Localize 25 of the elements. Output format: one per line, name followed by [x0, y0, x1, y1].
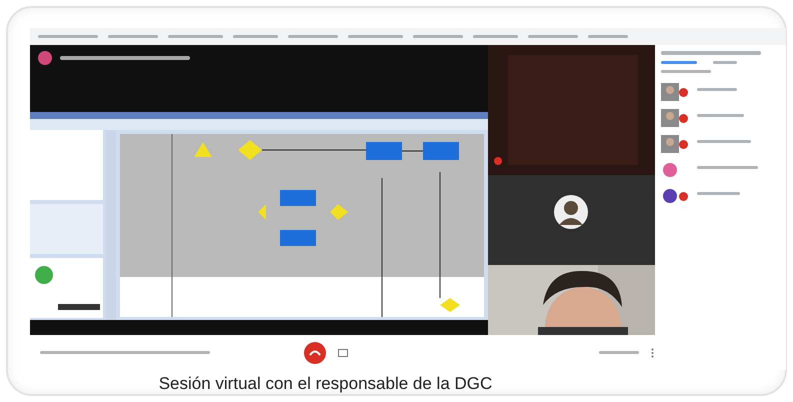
caption: Sesión virtual con el responsable de la DGC [158, 373, 494, 395]
blurred-bookmark[interactable] [168, 35, 223, 38]
avatar-icon [38, 51, 52, 65]
phone-icon [309, 350, 321, 356]
blurred-tab[interactable] [713, 61, 737, 64]
blurred-bookmark[interactable] [348, 35, 403, 38]
blurred-bookmark[interactable] [38, 35, 98, 38]
blurred-bookmark[interactable] [413, 35, 463, 38]
avatar-drawing [554, 195, 588, 229]
blurred-bookmark[interactable] [233, 35, 278, 38]
blurred-bookmark[interactable] [108, 35, 158, 38]
blurred-participant-name [697, 114, 744, 116]
blurred-button-label[interactable] [599, 351, 639, 354]
blurred-bookmark[interactable] [588, 35, 628, 38]
blurred-participant-name [697, 88, 737, 90]
blurred-link[interactable] [661, 70, 711, 73]
hang-up-button[interactable] [304, 342, 326, 364]
more-icon[interactable] [651, 348, 654, 358]
blurred-participant-name [697, 140, 751, 142]
blurred-bookmark[interactable] [528, 35, 578, 38]
blurred-participant-name [697, 192, 740, 194]
blurred-bookmark[interactable] [288, 35, 338, 38]
blurred-tab[interactable] [661, 61, 697, 64]
blurred-bookmark[interactable] [473, 35, 518, 38]
blurred-participant-name [697, 166, 758, 168]
